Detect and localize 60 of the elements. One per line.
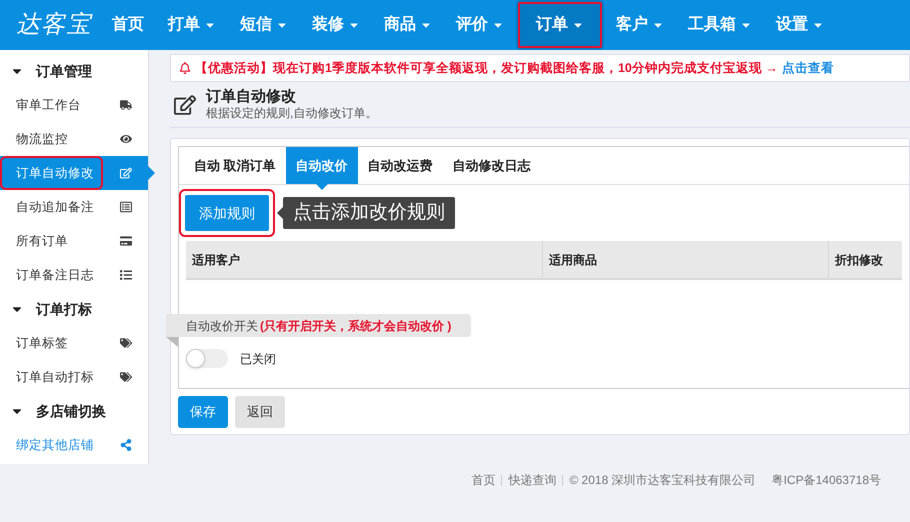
copyright-text: © 2018 深圳市达客宝科技有限公司 [569, 472, 756, 489]
list-icon [120, 269, 132, 281]
list-box-icon [120, 201, 132, 213]
column-header: 折扣修改 [834, 252, 884, 268]
nav-item[interactable]: 工具箱 [676, 0, 764, 50]
truck-icon [120, 99, 132, 111]
card-icon [120, 235, 132, 247]
back-button[interactable]: 返回 [235, 396, 285, 428]
nav-item[interactable]: 订单 [516, 0, 604, 50]
nav-item[interactable]: 商品 [372, 0, 444, 50]
ribbon-fold [166, 337, 178, 347]
notice-text: 【优惠活动】现在订购1季度版本软件可享全额返现，发订购截图给客服，10分钟内完成支付宝返现 → [195, 60, 778, 77]
sidebar-item[interactable]: 自动追加备注 [0, 190, 148, 224]
tag-icon [120, 337, 132, 349]
bell-icon [179, 62, 191, 74]
notice-link[interactable]: 点击查看 [782, 58, 834, 78]
nav-item[interactable]: 装修 [300, 0, 372, 50]
switch-status: 已关闭 [240, 350, 276, 368]
sidebar-item[interactable]: 订单自动修改 [0, 156, 148, 190]
sidebar-section-title[interactable]: 多店铺切换 [36, 400, 106, 422]
sidebar-item[interactable]: 绑定其他店铺 [0, 428, 148, 462]
nav-item[interactable]: 打单 [156, 0, 228, 50]
nav-item[interactable]: 设置 [764, 0, 836, 50]
tab-pointer [316, 184, 328, 190]
icp-text: 粤ICP备14063718号 [772, 472, 881, 489]
footer-link[interactable]: 快递查询 [508, 471, 556, 489]
toggle-switch[interactable] [186, 349, 228, 368]
page-title: 订单自动修改 [206, 88, 297, 106]
sidebar-section-title[interactable]: 订单管理 [36, 60, 92, 82]
sidebar-item[interactable]: 订单标签 [0, 326, 148, 360]
save-button[interactable]: 保存 [178, 396, 228, 428]
sidebar-item[interactable]: 所有订单 [0, 224, 148, 258]
sidebar-item[interactable]: 订单备注日志 [0, 258, 148, 292]
tab[interactable]: 自动 取消订单 [184, 147, 286, 184]
tag-icon [120, 371, 132, 383]
column-header: 适用商品 [543, 241, 829, 278]
tab[interactable]: 自动修改日志 [442, 147, 541, 184]
sidebar-item[interactable]: 订单自动打标 [0, 360, 148, 394]
tooltip: 点击添加改价规则 [283, 197, 455, 229]
switch-label: 自动改价开关 [186, 318, 258, 334]
tab[interactable]: 自动改运费 [358, 147, 443, 184]
share-icon [120, 439, 132, 451]
footer-link[interactable]: 首页 [471, 471, 496, 489]
sidebar-item[interactable]: 物流监控 [0, 122, 148, 156]
nav-item[interactable]: 短信 [228, 0, 300, 50]
pointer-arrow [148, 166, 155, 180]
page-subtitle: 根据设定的规则,自动修改订单。 [206, 106, 378, 122]
edit-icon [120, 167, 132, 179]
add-rule-button[interactable]: 添加规则 [185, 195, 269, 231]
column-header: 适用客户 [186, 241, 543, 278]
nav-item[interactable]: 首页 [100, 0, 156, 50]
logo[interactable]: 达客宝 [0, 7, 100, 43]
edit-icon [174, 94, 196, 116]
switch-note: (只有开启开关，系统才会自动改价 ) [260, 318, 452, 334]
nav-item[interactable]: 评价 [444, 0, 516, 50]
sidebar-item[interactable]: 审单工作台 [0, 88, 148, 122]
sidebar-section-title[interactable]: 订单打标 [36, 298, 92, 320]
eye-icon [120, 133, 132, 145]
tab[interactable]: 自动改价 [286, 147, 358, 184]
nav-item[interactable]: 客户 [604, 0, 676, 50]
